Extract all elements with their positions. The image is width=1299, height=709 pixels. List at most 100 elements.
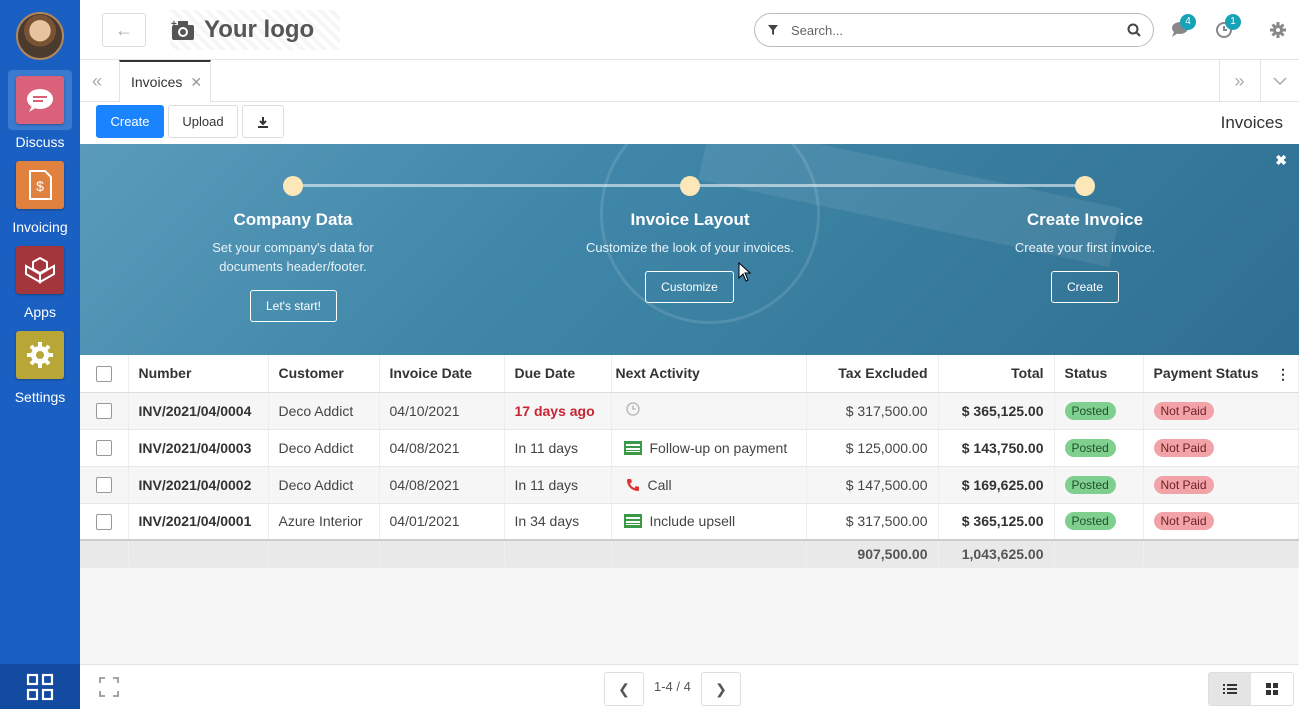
row-select-cell: [80, 429, 129, 467]
download-button[interactable]: [242, 105, 284, 138]
close-icon[interactable]: ✕: [190, 74, 202, 91]
lets-start-button[interactable]: Let's start!: [250, 290, 337, 322]
row-checkbox[interactable]: [95, 403, 112, 420]
table-row[interactable]: INV/2021/04/0003 Deco Addict 04/08/2021 …: [80, 429, 1299, 467]
row-checkbox[interactable]: [95, 513, 112, 530]
cell-customer: Deco Addict: [268, 429, 380, 467]
cell-next-activity[interactable]: Call: [611, 466, 807, 504]
payment-status-badge: Not Paid: [1153, 438, 1214, 457]
step-text: Create your first invoice.: [1014, 240, 1156, 255]
list-icon: [1223, 684, 1237, 694]
cell-payment-status: Not Paid: [1143, 392, 1299, 430]
settings-button[interactable]: [1269, 16, 1293, 42]
search-box[interactable]: [754, 13, 1154, 47]
messages-badge: 4: [1180, 14, 1196, 30]
cell-total: $ 169,625.00: [938, 466, 1055, 504]
clock-icon[interactable]: [625, 402, 640, 416]
cell-tax-excluded: $ 147,500.00: [806, 466, 939, 504]
search-icon[interactable]: [1127, 23, 1141, 37]
step-invoice-layout: Invoice Layout Customize the look of you…: [540, 210, 840, 257]
create-invoice-button[interactable]: Create: [1051, 271, 1119, 303]
kanban-view-button[interactable]: [1251, 673, 1293, 705]
row-checkbox[interactable]: [95, 477, 112, 494]
svg-text:+: +: [171, 19, 177, 30]
cell-payment-status: Not Paid: [1143, 466, 1299, 504]
invoice-list: Number Customer Invoice Date Due Date Ne…: [80, 355, 1299, 664]
double-chevron-left-icon[interactable]: «: [92, 71, 102, 92]
select-all-cell: [80, 355, 129, 393]
col-invoice-date[interactable]: Invoice Date: [379, 355, 505, 393]
cell-number: INV/2021/04/0002: [128, 466, 269, 504]
cell-tax-excluded: $ 317,500.00: [806, 503, 939, 541]
col-status[interactable]: Status: [1054, 355, 1144, 393]
filter-icon[interactable]: [767, 24, 779, 36]
gear-icon: [16, 331, 64, 379]
cell-tax-excluded: $ 317,500.00: [806, 392, 939, 430]
kebab-menu-icon[interactable]: ⋮: [1276, 366, 1290, 383]
col-customer[interactable]: Customer: [268, 355, 380, 393]
chevron-down-icon[interactable]: [1260, 60, 1299, 102]
col-number[interactable]: Number: [128, 355, 269, 393]
col-tax-excluded[interactable]: Tax Excluded: [806, 355, 939, 393]
control-panel: Create Upload Invoices: [80, 102, 1299, 144]
cell-total: $ 365,125.00: [938, 503, 1055, 541]
top-navbar: ← + Your logo 4 1: [80, 0, 1299, 60]
col-next-activity[interactable]: Next Activity: [611, 355, 807, 393]
activities-button[interactable]: 1: [1215, 14, 1241, 42]
cubes-icon: [16, 246, 64, 294]
list-view-button[interactable]: [1209, 673, 1251, 705]
cell-due-date: In 11 days: [504, 429, 612, 467]
row-checkbox[interactable]: [95, 440, 112, 457]
money-icon: [623, 514, 642, 529]
pager-previous-button[interactable]: ❮: [604, 672, 644, 706]
create-button[interactable]: Create: [96, 105, 164, 138]
cell-status: Posted: [1054, 429, 1144, 467]
app-label: Apps: [24, 304, 56, 320]
table-row[interactable]: INV/2021/04/0002 Deco Addict 04/08/2021 …: [80, 466, 1299, 504]
kanban-icon: [1266, 683, 1278, 695]
customize-button[interactable]: Customize: [645, 271, 734, 303]
user-avatar[interactable]: [16, 12, 64, 60]
double-chevron-right-icon[interactable]: »: [1219, 60, 1259, 102]
step-title: Company Data: [233, 210, 353, 229]
cell-number: INV/2021/04/0003: [128, 429, 269, 467]
select-all-checkbox[interactable]: [95, 365, 112, 382]
totals-row: 907,500.00 1,043,625.00: [80, 539, 1299, 568]
table-row[interactable]: INV/2021/04/0004 Deco Addict 04/10/2021 …: [80, 392, 1299, 430]
apps-menu-button[interactable]: [0, 664, 80, 709]
col-total[interactable]: Total: [938, 355, 1055, 393]
pager-value[interactable]: 1-4 / 4: [654, 679, 691, 694]
cell-customer: Deco Addict: [268, 466, 380, 504]
cell-next-activity[interactable]: Follow-up on payment: [611, 429, 807, 467]
cell-next-activity[interactable]: Include upsell: [611, 503, 807, 541]
messages-button[interactable]: 4: [1170, 14, 1196, 42]
tab-label: Invoices: [131, 74, 183, 90]
cell-next-activity[interactable]: [611, 392, 807, 430]
pager-next-button[interactable]: ❯: [701, 672, 741, 706]
step-company-data: Company Data Set your company's data for…: [143, 210, 443, 276]
cell-customer: Azure Interior: [268, 503, 380, 541]
search-input[interactable]: [791, 22, 1127, 38]
grid-icon: [26, 673, 54, 700]
phone-icon: [626, 478, 639, 491]
table-row[interactable]: INV/2021/04/0001 Azure Interior 04/01/20…: [80, 503, 1299, 541]
upload-button[interactable]: Upload: [168, 105, 238, 138]
cell-due-date: 17 days ago: [504, 392, 612, 430]
col-due-date[interactable]: Due Date: [504, 355, 612, 393]
breadcrumb: Invoices: [1220, 113, 1283, 132]
activity-label: Follow-up on payment: [649, 439, 788, 456]
row-select-cell: [80, 392, 129, 430]
close-icon[interactable]: ✖: [1275, 152, 1287, 169]
invoice-table: Number Customer Invoice Date Due Date Ne…: [80, 355, 1299, 568]
cell-total: $ 365,125.00: [938, 392, 1055, 430]
expand-icon[interactable]: [99, 677, 119, 697]
tab-invoices[interactable]: Invoices ✕: [119, 60, 211, 102]
chevron-right-icon: ❯: [715, 680, 727, 697]
status-badge: Posted: [1064, 401, 1116, 420]
logo-text: Your logo: [204, 16, 315, 43]
step-title: Invoice Layout: [630, 210, 750, 229]
back-button[interactable]: ←: [102, 13, 146, 47]
payment-status-badge: Not Paid: [1153, 475, 1214, 494]
col-payment-status[interactable]: Payment Status ⋮: [1143, 355, 1299, 393]
arrow-left-icon: ←: [115, 19, 133, 40]
